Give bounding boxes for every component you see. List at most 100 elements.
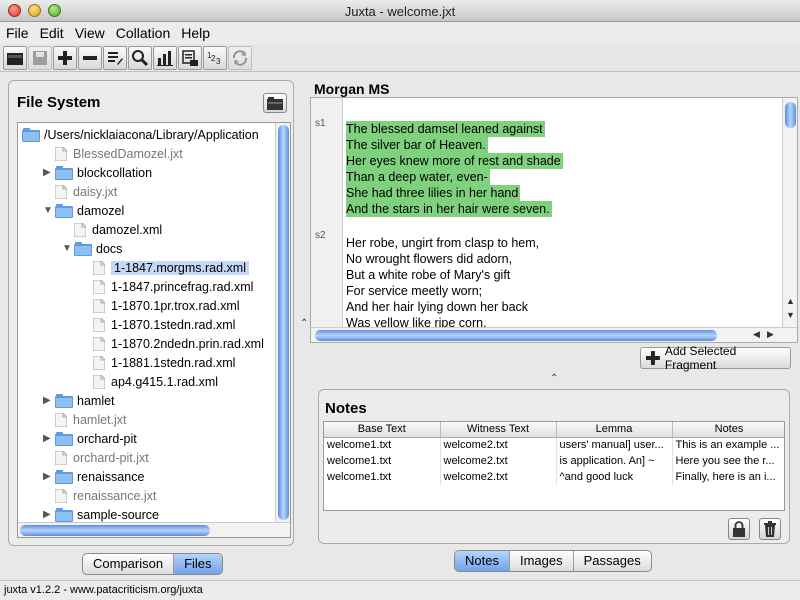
tree-item-label: renaissance.jxt — [73, 488, 157, 503]
tree-folder[interactable]: ▼/Users/nicklaiacona/Library/Application — [22, 125, 259, 144]
column-header-base-text[interactable]: Base Text — [324, 422, 441, 438]
column-header-witness-text[interactable]: Witness Text — [440, 422, 557, 438]
document-scroll-thumb[interactable] — [785, 102, 796, 128]
document-line[interactable]: No wrought flowers did adorn, — [346, 251, 512, 267]
split-collapse-bottom-caret[interactable]: ⌃ — [550, 373, 558, 384]
file-icon — [55, 184, 69, 199]
tree-file[interactable]: ap4.g415.1.rad.xml — [81, 372, 218, 391]
document-viewer[interactable]: s1 s2 The blessed damsel leaned against T… — [310, 97, 798, 343]
tree-file[interactable]: BlessedDamozel.jxt — [43, 144, 183, 163]
search-button[interactable] — [128, 45, 152, 70]
file-icon — [55, 450, 69, 465]
document-line[interactable]: And the stars in her hair were seven. — [346, 201, 552, 217]
expand-arrow-icon[interactable]: ▶ — [43, 433, 55, 444]
document-line[interactable]: Than a deep water, even- — [346, 169, 490, 185]
document-line[interactable]: Her eyes knew more of rest and shade — [346, 153, 563, 169]
tab-passages[interactable]: Passages — [574, 551, 651, 571]
segment-label: s2 — [315, 230, 326, 241]
horizontal-scroll-thumb[interactable] — [20, 525, 210, 536]
tree-folder[interactable]: ▼ damozel — [43, 201, 124, 220]
tab-files[interactable]: Files — [174, 554, 222, 574]
expand-arrow-icon[interactable]: ▶ — [43, 395, 55, 406]
refresh-icon — [232, 49, 248, 66]
export-button[interactable] — [178, 45, 202, 70]
expand-arrow-icon[interactable]: ▶ — [43, 471, 55, 482]
document-line[interactable]: She had three lilies in her hand — [346, 185, 521, 201]
lock-note-button[interactable] — [728, 518, 750, 540]
status-bar: juxta v1.2.2 - www.patacriticism.org/jux… — [0, 580, 800, 600]
file-icon — [93, 374, 107, 389]
save-button[interactable] — [28, 45, 52, 70]
remove-button[interactable] — [78, 45, 102, 70]
tree-folder[interactable]: ▶ orchard-pit — [43, 429, 137, 448]
add-selected-fragment-label: Add Selected Fragment — [664, 344, 737, 372]
tree-item-label: orchard-pit.jxt — [73, 450, 149, 465]
tree-file[interactable]: 1-1870.1stedn.rad.xml — [81, 315, 235, 334]
expand-arrow-icon[interactable]: ▶ — [43, 509, 55, 520]
tree-file[interactable]: 1-1881.1stedn.rad.xml — [81, 353, 235, 372]
tree-file[interactable]: hamlet.jxt — [43, 410, 127, 429]
expand-arrow-icon[interactable]: ▼ — [62, 243, 74, 254]
document-horizontal-thumb[interactable] — [315, 330, 717, 341]
document-line[interactable]: For service meetly worn; — [346, 283, 482, 299]
folder-icon — [55, 431, 73, 446]
split-collapse-left-caret[interactable]: ⌃ — [300, 318, 308, 329]
refresh-button[interactable] — [228, 45, 252, 70]
tab-comparison[interactable]: Comparison — [83, 554, 175, 574]
tab-images[interactable]: Images — [510, 551, 574, 571]
tree-file[interactable]: orchard-pit.jxt — [43, 448, 149, 467]
document-vertical-scrollbar[interactable]: ▲ ▼ — [782, 98, 797, 328]
tree-item-label: 1-1847.princefrag.rad.xml — [111, 279, 254, 294]
menu-view[interactable]: View — [75, 25, 105, 41]
tree-item-label: damozel — [77, 203, 125, 218]
tree-file[interactable]: 1-1870.2ndedn.prin.rad.xml — [81, 334, 264, 353]
tree-file[interactable]: 1-1847.princefrag.rad.xml — [81, 277, 253, 296]
tree-file[interactable]: daisy.jxt — [43, 182, 117, 201]
expand-arrow-icon[interactable]: ▶ — [43, 167, 55, 178]
browse-folder-button[interactable] — [263, 93, 287, 113]
menu-bar: File Edit View Collation Help — [0, 22, 800, 44]
document-horizontal-scrollbar[interactable]: ◀ ▶ — [311, 327, 797, 342]
edit-document-button[interactable] — [103, 45, 127, 70]
menu-collation[interactable]: Collation — [116, 25, 170, 41]
table-cell: is application. An] ~ — [556, 453, 673, 469]
tab-notes[interactable]: Notes — [455, 551, 510, 571]
add-icon — [58, 50, 72, 65]
table-row[interactable]: welcome1.txt welcome2.txt is application. … — [324, 453, 784, 469]
tree-item-label: orchard-pit — [77, 431, 137, 446]
tree-folder[interactable]: ▶ renaissance — [43, 467, 144, 486]
add-button[interactable] — [53, 45, 77, 70]
file-icon — [55, 412, 69, 427]
chart-button[interactable] — [153, 45, 177, 70]
document-line[interactable]: The blessed damsel leaned against — [346, 121, 545, 137]
file-tree-vertical-scrollbar[interactable] — [275, 123, 290, 537]
table-row[interactable]: welcome1.txt welcome2.txt ^and good luck Fi… — [324, 469, 784, 485]
menu-edit[interactable]: Edit — [40, 25, 64, 41]
tree-file[interactable]: 1-1870.1pr.trox.rad.xml — [81, 296, 240, 315]
document-line[interactable]: The silver bar of Heaven. — [346, 137, 488, 153]
vertical-scroll-thumb[interactable] — [278, 125, 289, 520]
tree-file[interactable]: damozel.xml — [62, 220, 162, 239]
delete-note-button[interactable] — [759, 518, 781, 540]
notes-panel: Notes Base Text Witness Text Lemma Notes… — [318, 389, 790, 544]
menu-help[interactable]: Help — [181, 25, 210, 41]
title-bar: Juxta - welcome.jxt — [0, 0, 800, 22]
tree-folder[interactable]: ▶ hamlet — [43, 391, 115, 410]
document-line[interactable]: But a white robe of Mary's gift — [346, 267, 510, 283]
add-selected-fragment-button[interactable]: Add Selected Fragment — [640, 344, 791, 372]
column-header-lemma[interactable]: Lemma — [556, 422, 673, 438]
document-line[interactable]: Her robe, ungirt from clasp to hem, — [346, 235, 539, 251]
number-sequence-button[interactable]: 123 — [203, 45, 227, 70]
tree-file[interactable]: renaissance.jxt — [43, 486, 156, 505]
tree-file[interactable]: 1-1847.morgms.rad.xml — [81, 258, 249, 277]
file-tree[interactable]: ▼/Users/nicklaiacona/Library/Application… — [17, 122, 291, 538]
table-row[interactable]: welcome1.txt welcome2.txt users' manual] u… — [324, 437, 784, 453]
tree-folder[interactable]: ▶ blockcollation — [43, 163, 152, 182]
open-button[interactable] — [3, 45, 27, 70]
menu-file[interactable]: File — [6, 25, 29, 41]
column-header-notes[interactable]: Notes — [672, 422, 784, 438]
file-tree-horizontal-scrollbar[interactable] — [18, 522, 290, 537]
expand-arrow-icon[interactable]: ▼ — [43, 205, 55, 216]
tree-folder[interactable]: ▼ docs — [62, 239, 122, 258]
document-line[interactable]: And her hair lying down her back — [346, 299, 528, 315]
